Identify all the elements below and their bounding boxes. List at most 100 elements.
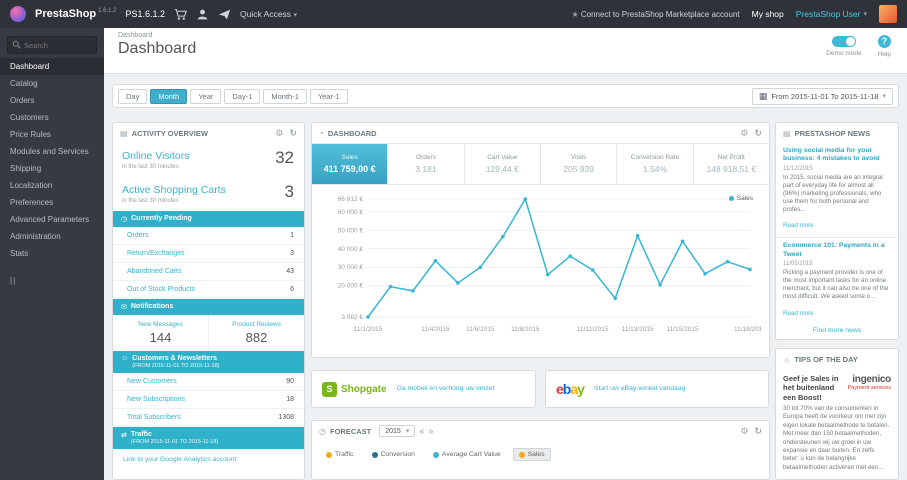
read-more-link[interactable]: Read more [783, 310, 814, 317]
svg-text:11/1/2015: 11/1/2015 [354, 326, 383, 333]
range-button-month[interactable]: Month [150, 88, 188, 104]
sidebar-item-dashboard[interactable]: Dashboard [0, 58, 104, 75]
my-shop-link[interactable]: My shop [752, 9, 784, 19]
user-menu[interactable]: PrestaShop User ▾ [796, 9, 867, 19]
help-icon[interactable]: ? [877, 35, 891, 48]
forecast-toggle-conversion[interactable]: Conversion [366, 448, 421, 461]
gear-icon[interactable]: ⚙ [740, 128, 748, 139]
range-button-day[interactable]: Day [118, 88, 148, 104]
ebay-logo: ebay [556, 381, 585, 397]
kpi-visits[interactable]: Visits 205 939 [541, 144, 618, 184]
article-title-link[interactable]: Using social media for your business: 4 … [783, 147, 891, 164]
customer-icon[interactable] [196, 8, 209, 21]
sidebar-item-stats[interactable]: Stats [0, 245, 104, 262]
sidebar-item-preferences[interactable]: Preferences [0, 194, 104, 211]
ebay-promo-link[interactable]: Start uw eBay-winkel vandaag [594, 385, 685, 394]
tips-panel-header: ☼ TIPS OF THE DAY [776, 349, 898, 369]
active-carts-link[interactable]: Active Shopping Carts [122, 184, 295, 196]
refresh-icon[interactable]: ↻ [289, 128, 297, 139]
sidebar-item-price-rules[interactable]: Price Rules [0, 126, 104, 143]
news-article: Using social media for your business: 4 … [776, 143, 898, 239]
new-messages-cell[interactable]: New Messages 144 [113, 315, 209, 351]
product-reviews-cell[interactable]: Product Reviews 882 [209, 315, 304, 351]
sidebar-item-administration[interactable]: Administration [0, 228, 104, 245]
sidebar-item-modules[interactable]: Modules and Services [0, 143, 104, 160]
svg-text:66 912 €: 66 912 € [338, 196, 364, 203]
range-button-year[interactable]: Year [190, 88, 222, 104]
article-date: 11/05/2015 [783, 261, 813, 268]
activity-overview-panel: ▤ ACTIVITY OVERVIEW ⚙ ↻ Online Visitors … [112, 122, 305, 480]
kpi-sales[interactable]: Sales 411 759,00 € [312, 144, 389, 184]
forecast-toggle-sales[interactable]: Sales [512, 448, 551, 461]
pending-row-returns[interactable]: Return/Exchanges 3 [113, 245, 304, 263]
pending-row-orders[interactable]: Orders 1 [113, 227, 304, 245]
activity-panel-header: ▤ ACTIVITY OVERVIEW ⚙ ↻ [113, 123, 304, 143]
pending-row-out-of-stock[interactable]: Out of Stock Products 6 [113, 281, 304, 299]
customers-newsletters-header: ☺ Customers & Newsletters (FROM 2015-11-0… [113, 351, 304, 373]
range-button-year-1[interactable]: Year-1 [309, 88, 348, 104]
range-button-day-1[interactable]: Day-1 [224, 88, 261, 104]
range-button-month-1[interactable]: Month-1 [263, 88, 307, 104]
online-visitors-link[interactable]: Online Visitors [122, 150, 295, 162]
kpi-row: Sales 411 759,00 € Orders 3 181 Cart Val… [312, 143, 769, 185]
dashboard-panel: ◔ DASHBOARD ⚙ ↻ Sales 411 759,00 € Order… [311, 122, 770, 358]
shop-name[interactable]: PS1.6.1.2 [126, 9, 166, 19]
read-more-link[interactable]: Read more [783, 222, 814, 229]
sidebar-item-catalog[interactable]: Catalog [0, 75, 104, 92]
demo-mode-toggle[interactable] [831, 36, 856, 47]
sidebar-item-advanced-parameters[interactable]: Advanced Parameters [0, 211, 104, 228]
sidebar-search[interactable] [7, 36, 97, 54]
quick-access-menu[interactable]: Quick Access ▾ [240, 9, 297, 19]
svg-text:60 000 €: 60 000 € [338, 209, 364, 216]
forecast-year-select[interactable]: 2015 ▾ [379, 425, 416, 437]
forecast-toggle-traffic[interactable]: Traffic [320, 448, 360, 461]
date-range-toolbar: Day Month Year Day-1 Month-1 Year-1 ▦ Fr… [112, 84, 899, 108]
traffic-icon: ⇄ [121, 432, 127, 439]
search-input[interactable] [24, 40, 92, 50]
marketplace-connect-link[interactable]: ★ Connect to PrestaShop Marketplace acco… [571, 10, 739, 19]
refresh-icon[interactable]: ↻ [754, 426, 762, 437]
sidebar-collapse-button[interactable]: || [10, 276, 94, 285]
refresh-icon[interactable]: ↻ [754, 128, 762, 139]
kpi-orders[interactable]: Orders 3 181 [388, 144, 465, 184]
forecast-toggle-average-cart-value[interactable]: Average Cart Value [427, 448, 507, 461]
sidebar-item-customers[interactable]: Customers [0, 109, 104, 126]
gauge-icon: ◔ [319, 128, 324, 138]
customers-row-new-customers[interactable]: New Customers 90 [113, 373, 304, 391]
article-title-link[interactable]: Ecommerce 101: Payments in a Tweet [783, 242, 891, 259]
google-analytics-link[interactable]: Link to your Google Analytics account [113, 449, 304, 470]
sidebar-item-orders[interactable]: Orders [0, 92, 104, 109]
kpi-net-profit[interactable]: Net Profit 148 918,51 € [694, 144, 769, 184]
gear-icon[interactable]: ⚙ [275, 128, 283, 139]
customers-row-new-subscriptions[interactable]: New Subscriptions 18 [113, 391, 304, 409]
sidebar-item-localization[interactable]: Localization [0, 177, 104, 194]
shopgate-promo-link[interactable]: Ga mobiel en verhoog uw omzet [397, 385, 495, 394]
forecast-prev-button[interactable]: « [419, 426, 424, 436]
news-title: PRESTASHOP NEWS [794, 128, 871, 138]
activity-icon: ▤ [120, 128, 128, 138]
chart-legend-sales[interactable]: Sales [728, 195, 753, 202]
article-excerpt: Picking a payment provider is one of the… [783, 269, 889, 301]
sales-line-chart: 66 912 € 60 000 € 50 000 € 40 000 € 30 000 €… [320, 189, 767, 354]
brand-version: 1.6.1.2 [98, 8, 117, 15]
currently-pending-header: ◷ Currently Pending [113, 211, 304, 227]
kpi-cart-value[interactable]: Cart Value 129,44 € [465, 144, 541, 184]
cart-icon[interactable] [174, 8, 187, 21]
tips-of-the-day-panel: ☼ TIPS OF THE DAY Geef je Sales in het b… [775, 348, 899, 480]
date-range-picker[interactable]: ▦ From 2015-11-01 To 2015-11-18 ▾ [751, 87, 893, 105]
avatar[interactable] [879, 5, 897, 23]
chevron-down-icon: ▾ [882, 93, 886, 100]
customers-date-range: (FROM 2015-11-01 TO 2015-11-18) [132, 363, 220, 369]
forecast-next-button[interactable]: » [428, 426, 433, 436]
pending-row-abandoned-carts[interactable]: Abandoned Carts 43 [113, 263, 304, 281]
gear-icon[interactable]: ⚙ [740, 426, 748, 437]
sidebar-item-shipping[interactable]: Shipping [0, 160, 104, 177]
customers-row-total-subscribers[interactable]: Total Subscribers 1308 [113, 409, 304, 427]
find-more-news-link[interactable]: Find more news [776, 322, 898, 339]
topbar-right: ★ Connect to PrestaShop Marketplace acco… [571, 5, 897, 23]
kpi-conversion-rate[interactable]: Conversion Rate 1.54% [617, 144, 694, 184]
ebay-promo-card: ebay Start uw eBay-winkel vandaag [545, 370, 769, 408]
bell-icon: ✉ [121, 304, 127, 311]
rocket-icon[interactable] [218, 8, 231, 21]
calendar-icon: ▦ [758, 90, 768, 101]
